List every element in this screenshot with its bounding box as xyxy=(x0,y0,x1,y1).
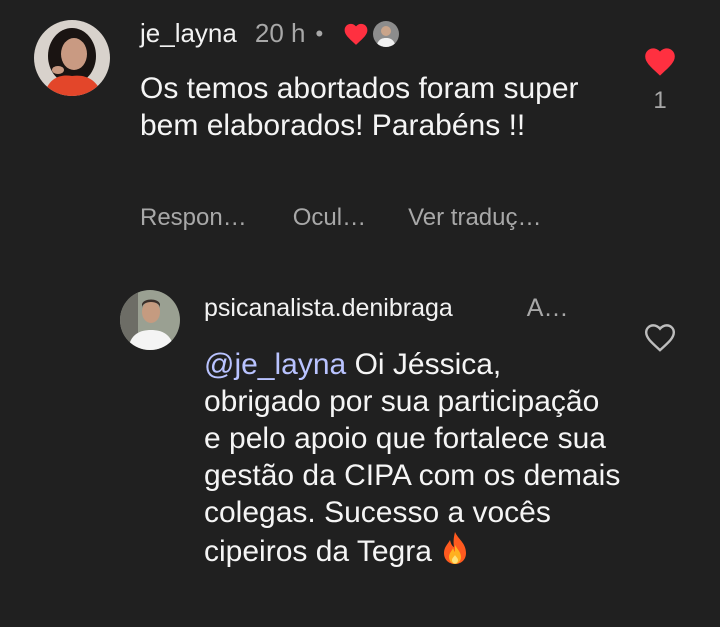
commenter-username[interactable]: je_layna xyxy=(140,18,237,49)
reply-avatar[interactable] xyxy=(120,290,180,350)
author-avatar xyxy=(373,20,400,47)
comment-actions: Respon… Ocul… Ver traduç… xyxy=(140,204,542,232)
commenter-avatar[interactable] xyxy=(34,20,110,96)
fire-emoji-icon xyxy=(440,531,470,574)
heart-outline-icon[interactable] xyxy=(643,322,677,353)
heart-filled-icon[interactable] xyxy=(643,46,677,77)
reply-button[interactable]: Respon… xyxy=(140,204,247,232)
reply-item: psicanalista.denibraga A… @je_layna Oi J… xyxy=(0,270,720,627)
author-liked-heart-icon xyxy=(343,22,369,46)
reply-time: A… xyxy=(526,294,569,322)
reply-meta: psicanalista.denibraga A… xyxy=(204,294,568,323)
comment-item: je_layna 20 h • Os temos abortados foram… xyxy=(0,0,720,260)
comment-like: 1 xyxy=(640,46,680,115)
hide-button[interactable]: Ocul… xyxy=(293,204,366,232)
like-count: 1 xyxy=(653,87,667,114)
reply-username[interactable]: psicanalista.denibraga xyxy=(204,294,453,323)
comment-text: Os temos abortados foram super bem elabo… xyxy=(140,72,579,142)
comment-time: 20 h xyxy=(254,18,306,48)
separator-dot: • xyxy=(315,20,324,46)
reply-text-content: Oi Jéssica, obrigado por sua participaçã… xyxy=(204,348,621,568)
comment-meta: je_layna 20 h • xyxy=(140,18,400,49)
see-translation-button[interactable]: Ver traduç… xyxy=(408,204,541,232)
mention-link[interactable]: @je_layna xyxy=(204,348,346,381)
reply-text: @je_layna Oi Jéssica, obrigado por sua p… xyxy=(204,346,624,574)
